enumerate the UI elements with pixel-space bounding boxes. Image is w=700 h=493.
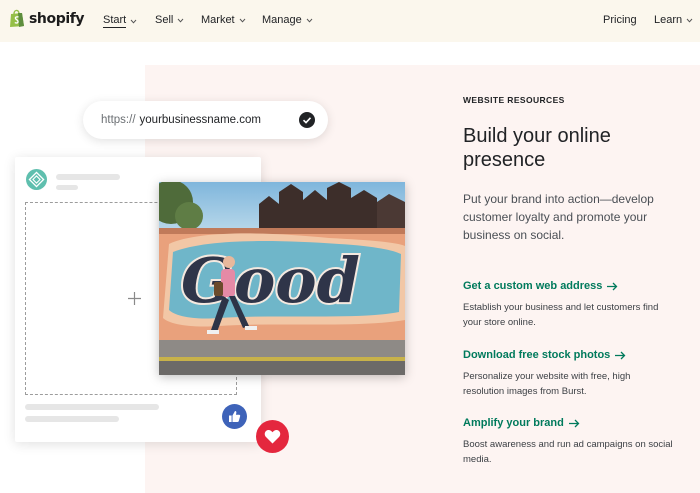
- store-logo-icon: [26, 169, 47, 190]
- shopify-bag-icon: [9, 9, 25, 28]
- amplify-brand-description: Boost awareness and run ad campaigns on …: [463, 439, 673, 465]
- link-custom-web-address-label: Get a custom web address: [463, 280, 603, 292]
- chevron-down-icon: [239, 18, 245, 23]
- skeleton-line: [25, 416, 119, 422]
- nav-pricing[interactable]: Pricing: [603, 14, 637, 26]
- check-circle-icon: [299, 112, 315, 128]
- chevron-down-icon: [686, 18, 693, 23]
- chevron-down-icon: [177, 18, 184, 23]
- nav-market[interactable]: Market: [201, 14, 246, 26]
- top-navigation: shopify Start Sell Market Manage Pricing…: [0, 0, 700, 42]
- url-prefix: https://: [101, 114, 136, 126]
- like-badge: [222, 404, 247, 429]
- chevron-down-icon: [130, 19, 137, 24]
- link-amplify-brand[interactable]: Amplify your brand: [463, 417, 580, 429]
- shopify-logo[interactable]: shopify: [9, 9, 85, 28]
- skeleton-line: [56, 185, 78, 190]
- nav-sell[interactable]: Sell: [155, 14, 184, 26]
- plus-icon: [128, 292, 141, 305]
- nav-manage[interactable]: Manage: [262, 14, 313, 26]
- custom-web-address-description: Establish your business and let customer…: [463, 302, 659, 328]
- nav-sell-label: Sell: [155, 14, 174, 26]
- link-free-stock-photos[interactable]: Download free stock photos: [463, 349, 626, 361]
- url-domain: yourbusinessname.com: [139, 114, 261, 126]
- nav-learn-label: Learn: [654, 14, 683, 26]
- arrow-right-icon: [568, 419, 580, 427]
- section-eyebrow: WEBSITE RESOURCES: [463, 95, 565, 105]
- skeleton-line: [56, 174, 120, 180]
- nav-start[interactable]: Start: [103, 14, 137, 28]
- free-stock-photos-description: Personalize your website with free, high…: [463, 371, 631, 397]
- thumbs-up-icon: [229, 411, 241, 422]
- mural-text: Good: [181, 244, 360, 317]
- link-amplify-brand-label: Amplify your brand: [463, 417, 564, 429]
- nav-market-label: Market: [201, 14, 235, 26]
- nav-start-label: Start: [103, 14, 127, 28]
- nav-learn[interactable]: Learn: [654, 14, 693, 26]
- heart-badge: [256, 420, 289, 453]
- skeleton-line: [25, 404, 159, 410]
- heart-icon: [264, 429, 281, 444]
- arrow-right-icon: [615, 351, 626, 359]
- intro-text: Put your brand into action—develop custo…: [463, 192, 654, 242]
- link-free-stock-photos-label: Download free stock photos: [463, 349, 611, 361]
- logo-wordmark: shopify: [29, 11, 85, 27]
- nav-manage-label: Manage: [262, 14, 302, 26]
- url-bar: https:// yourbusinessname.com: [83, 101, 328, 139]
- arrow-right-icon: [607, 282, 618, 290]
- nav-pricing-label: Pricing: [603, 14, 637, 26]
- link-custom-web-address[interactable]: Get a custom web address: [463, 280, 618, 292]
- chevron-down-icon: [306, 18, 313, 23]
- stock-photo: Good: [159, 182, 405, 375]
- page-headline: Build your online presence: [463, 125, 611, 171]
